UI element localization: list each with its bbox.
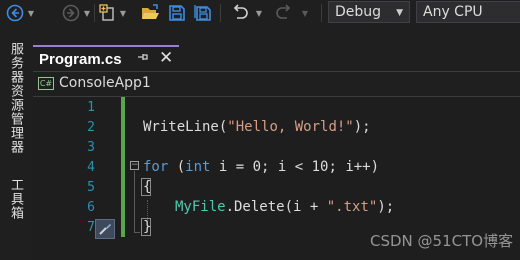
code-string: ".txt": [326, 199, 378, 215]
back-dropdown[interactable]: ▼: [26, 3, 36, 23]
side-tool-window-strip: 服务器资源管理器 工具箱: [0, 38, 28, 260]
save-button[interactable]: [166, 3, 188, 23]
undo-dropdown[interactable]: ▼: [253, 3, 265, 23]
quick-actions-button[interactable]: [95, 219, 115, 239]
configuration-value: Debug: [335, 4, 382, 20]
server-explorer-tab[interactable]: 服务器资源管理器: [6, 42, 25, 154]
navigate-forward-button[interactable]: [60, 3, 82, 23]
line-number: 7: [87, 220, 95, 235]
code-line: }: [143, 219, 151, 235]
chevron-down-icon: ▼: [301, 8, 309, 18]
folder-open-icon: [142, 4, 159, 19]
toolbox-tab[interactable]: 工具箱: [6, 178, 25, 220]
navigate-back-button[interactable]: [4, 3, 26, 23]
undo-icon: [233, 4, 248, 19]
code-token: i = 0; i < 10; i++): [210, 159, 380, 175]
new-item-button[interactable]: [98, 3, 118, 23]
line-number: 4: [87, 160, 95, 175]
toolbar-separator: [321, 4, 322, 22]
project-selector[interactable]: ConsoleApp1: [59, 75, 151, 91]
redo-icon: [276, 4, 291, 19]
new-item-dropdown[interactable]: ▼: [118, 3, 128, 23]
code-token: );: [377, 199, 395, 215]
code-line: {: [143, 179, 151, 195]
tab-title: Program.cs: [39, 50, 122, 68]
back-arrow-icon: [6, 4, 24, 22]
forward-arrow-icon: [62, 4, 80, 22]
chevron-down-icon: ▼: [255, 8, 263, 18]
redo-button[interactable]: [273, 3, 295, 23]
close-tab-button[interactable]: ✕: [159, 48, 173, 68]
undo-button[interactable]: [229, 3, 251, 23]
code-brace: {: [143, 179, 152, 195]
chevron-down-icon: ▼: [396, 8, 403, 18]
navigation-bar: C# ConsoleApp1: [33, 71, 520, 97]
line-number: 3: [87, 140, 95, 155]
line-number: 1: [87, 100, 95, 115]
code-line: for (int i = 0; i < 10; i++): [143, 159, 379, 175]
csharp-project-icon: C#: [38, 77, 54, 90]
line-number: 2: [87, 120, 95, 135]
toolbar-separator: [94, 4, 95, 22]
code-keyword: int: [185, 159, 211, 175]
tab-program-cs[interactable]: Program.cs ✕: [33, 45, 179, 71]
platform-value: Any CPU: [423, 4, 483, 20]
pin-icon[interactable]: [137, 51, 149, 66]
code-keyword: for: [143, 159, 169, 175]
outline-line: [134, 171, 135, 233]
redo-dropdown[interactable]: ▼: [299, 3, 311, 23]
platform-select[interactable]: Any CPU: [416, 1, 520, 23]
code-string: "Hello, World!": [227, 119, 354, 135]
code-line: MyFile.Delete(i + ".txt");: [175, 199, 394, 215]
forward-dropdown[interactable]: ▼: [82, 3, 92, 23]
code-line: WriteLine("Hello, World!");: [143, 119, 371, 135]
chevron-down-icon: ▼: [83, 8, 91, 18]
document-tab-strip: Program.cs ✕: [33, 45, 520, 71]
pin-icon-glyph: [138, 54, 148, 60]
outline-end: [134, 232, 140, 233]
save-icon: [169, 5, 185, 21]
save-all-icon: [194, 5, 211, 21]
screwdriver-icon: [99, 224, 111, 235]
watermark: CSDN @51CTO博客: [370, 232, 514, 250]
main-toolbar: ▼ ▼ ▼ ▼ ▼ Debug ▼ Any CPU: [0, 0, 520, 26]
line-number: 5: [87, 180, 95, 195]
toolbar-separator: [220, 4, 221, 22]
code-token: WriteLine(: [143, 119, 228, 135]
chevron-down-icon: ▼: [119, 8, 127, 18]
code-token: );: [353, 119, 371, 135]
line-number: 6: [87, 200, 95, 215]
code-token: (: [168, 159, 186, 175]
code-brace: }: [143, 219, 152, 235]
change-tracking-bar: [121, 97, 125, 237]
code-token: .Delete(i +: [225, 199, 327, 215]
configuration-select[interactable]: Debug ▼: [328, 1, 410, 23]
chevron-down-icon: ▼: [27, 8, 35, 18]
save-all-button[interactable]: [192, 3, 214, 23]
open-file-button[interactable]: [139, 3, 161, 23]
new-project-icon: [99, 4, 114, 21]
collapse-region-toggle[interactable]: −: [130, 161, 139, 170]
code-type: MyFile: [175, 199, 226, 215]
